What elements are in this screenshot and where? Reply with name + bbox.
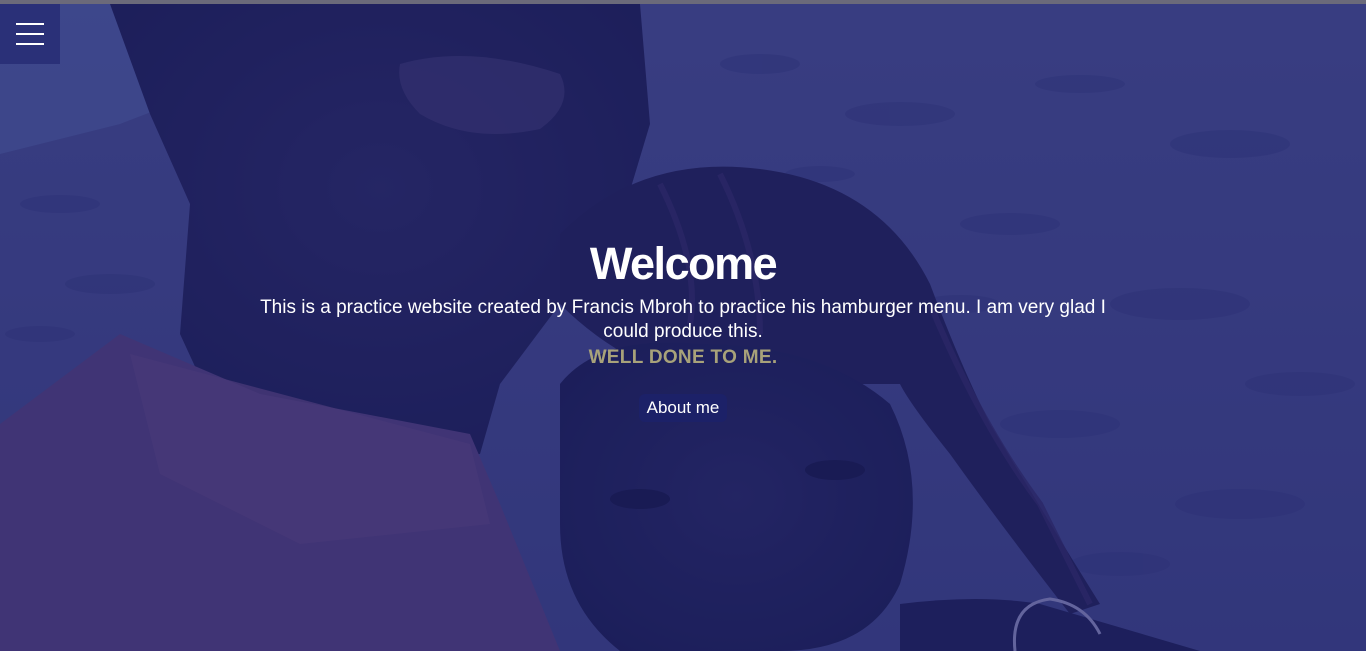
hamburger-menu-button[interactable] [0,4,60,64]
hero-content: Welcome This is a practice website creat… [233,238,1133,422]
hamburger-menu-icon-bar [16,33,44,35]
hero-title: Welcome [589,238,778,289]
hero-description: This is a practice website created by Fr… [260,297,1106,342]
top-border [0,0,1366,4]
page: Welcome This is a practice website creat… [0,0,1366,651]
hero-highlight: WELL DONE TO ME. [588,347,778,368]
about-me-button[interactable]: About me [638,394,728,422]
hamburger-menu-icon [16,23,44,25]
hamburger-menu-icon-bar [16,43,44,45]
